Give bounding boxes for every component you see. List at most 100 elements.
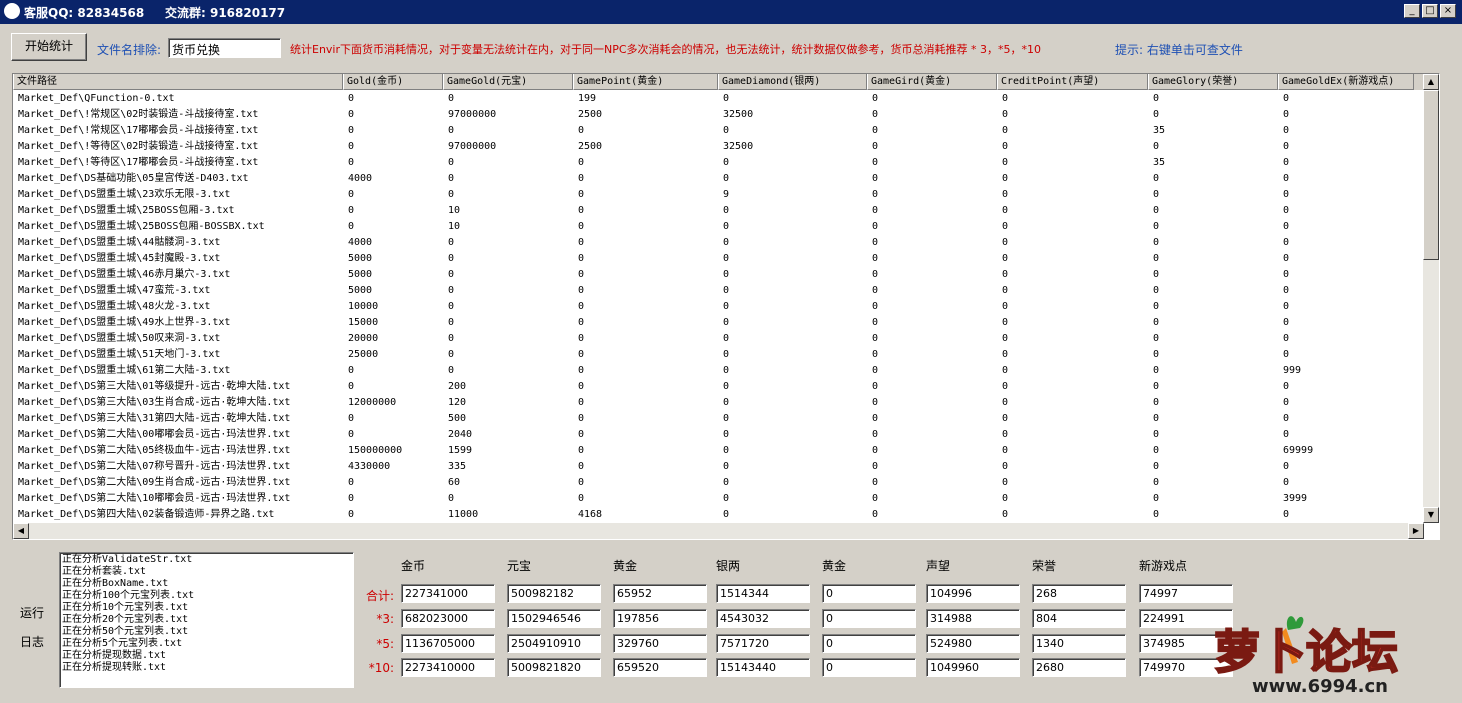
summary-value-field[interactable]: 0 bbox=[822, 584, 916, 603]
column-header[interactable]: GameGlory(荣誉) bbox=[1148, 74, 1278, 90]
table-row[interactable]: Market_Def\DS第二大陆\00嘟嘟会员-远古·玛法世界.txt 0 204… bbox=[13, 427, 1424, 443]
table-cell: 0 bbox=[578, 205, 585, 216]
scroll-up-icon[interactable]: ▲ bbox=[1423, 74, 1439, 90]
summary-value-field[interactable]: 2273410000 bbox=[401, 658, 495, 677]
table-cell: 32500 bbox=[723, 109, 754, 120]
table-row[interactable]: Market_Def\!常规区\02时装锻造-斗战接待室.txt 0 9700000… bbox=[13, 107, 1424, 123]
table-row[interactable]: Market_Def\DS盟重土城\45封魔殿-3.txt 5000 0 0 0 0 0 0 0 bbox=[13, 251, 1424, 267]
log-line: 正在分析5个元宝列表.txt bbox=[62, 638, 183, 649]
table-row[interactable]: Market_Def\!等待区\17嘟嘟会员-斗战接待室.txt 0 0 0 0 0 0 35… bbox=[13, 155, 1424, 171]
table-row[interactable]: Market_Def\DS基础功能\05皇宫传送-D403.txt 4000 0 0 0… bbox=[13, 171, 1424, 187]
summary-value-field[interactable]: 268 bbox=[1032, 584, 1126, 603]
close-button[interactable]: × bbox=[1440, 4, 1456, 18]
table-cell: 0 bbox=[872, 509, 879, 520]
table-cell: Market_Def\DS基础功能\05皇宫传送-D403.txt bbox=[18, 173, 249, 184]
summary-value-field[interactable]: 524980 bbox=[926, 634, 1020, 653]
table-row[interactable]: Market_Def\!常规区\17嘟嘟会员-斗战接待室.txt 0 0 0 0 0 0 35… bbox=[13, 123, 1424, 139]
vertical-scrollbar[interactable]: ▲ ▼ bbox=[1423, 74, 1439, 523]
table-row[interactable]: Market_Def\DS盟重土城\51天地门-3.txt 25000 0 0 0 0 0 0… bbox=[13, 347, 1424, 363]
scroll-down-icon[interactable]: ▼ bbox=[1423, 507, 1439, 523]
horizontal-scrollbar[interactable]: ◀ ▶ bbox=[13, 523, 1424, 539]
table-cell: 0 bbox=[1002, 93, 1009, 104]
column-header[interactable]: 文件路径 bbox=[13, 74, 343, 90]
summary-value-field[interactable]: 2504910910 bbox=[507, 634, 601, 653]
table-row[interactable]: Market_Def\DS盟重土城\25BOSS包厢-3.txt 0 10 0 0 0 0 0… bbox=[13, 203, 1424, 219]
table-row[interactable]: Market_Def\DS第二大陆\07称号晋升-远古·玛法世界.txt 4330… bbox=[13, 459, 1424, 475]
table-row[interactable]: Market_Def\DS盟重土城\44骷髅洞-3.txt 4000 0 0 0 0 0 0 0 bbox=[13, 235, 1424, 251]
column-header[interactable]: GameGold(元宝) bbox=[443, 74, 573, 90]
column-header[interactable]: GameGird(黄金) bbox=[867, 74, 997, 90]
vertical-scroll-thumb[interactable] bbox=[1423, 90, 1439, 260]
start-button[interactable]: 开始统计 bbox=[11, 33, 87, 61]
table-cell: 0 bbox=[1283, 253, 1290, 264]
table-row[interactable]: Market_Def\DS第三大陆\03生肖合成-远古·乾坤大陆.txt 1200… bbox=[13, 395, 1424, 411]
table-cell: Market_Def\QFunction-0.txt bbox=[18, 93, 175, 104]
log-box[interactable]: 正在分析ValidateStr.txt 正在分析套装.txt 正在分析BoxName… bbox=[59, 552, 354, 688]
table-cell: 0 bbox=[578, 349, 585, 360]
summary-value-field[interactable]: 1049960 bbox=[926, 658, 1020, 677]
summary-value-field[interactable]: 682023000 bbox=[401, 609, 495, 628]
summary-value-field[interactable]: 227341000 bbox=[401, 584, 495, 603]
table-row[interactable]: Market_Def\DS盟重土城\25BOSS包厢-BOSSBX.txt 0 10… bbox=[13, 219, 1424, 235]
summary-value-field[interactable]: 1136705000 bbox=[401, 634, 495, 653]
summary-value-field[interactable]: 0 bbox=[822, 609, 916, 628]
table-row[interactable]: Market_Def\DS盟重土城\49水上世界-3.txt 15000 0 0 0 0 0… bbox=[13, 315, 1424, 331]
column-header[interactable]: GameGoldEx(新游戏点) bbox=[1278, 74, 1414, 90]
summary-value-field[interactable]: 804 bbox=[1032, 609, 1126, 628]
exclude-input[interactable]: 货币兑换 bbox=[168, 38, 281, 58]
table-row[interactable]: Market_Def\DS第三大陆\31第四大陆-远古·乾坤大陆.txt 0 500… bbox=[13, 411, 1424, 427]
table-row[interactable]: Market_Def\DS第二大陆\05终极血牛-远古·玛法世界.txt 1500… bbox=[13, 443, 1424, 459]
table-cell: 0 bbox=[348, 109, 355, 120]
table-cell: Market_Def\DS盟重土城\61第二大陆-3.txt bbox=[18, 365, 231, 376]
summary-value-field[interactable]: 197856 bbox=[613, 609, 707, 628]
table-row[interactable]: Market_Def\DS第二大陆\09生肖合成-远古·玛法世界.txt 0 60 0… bbox=[13, 475, 1424, 491]
summary-value-field[interactable]: 104996 bbox=[926, 584, 1020, 603]
table-row[interactable]: Market_Def\DS第四大陆\02装备锻造师-异界之路.txt 0 11000… bbox=[13, 507, 1424, 523]
data-grid[interactable]: 文件路径 Gold(金币) GameGold(元宝) GamePoint(黄金) Gam… bbox=[12, 73, 1440, 540]
table-row[interactable]: Market_Def\DS盟重土城\23欢乐无限-3.txt 0 0 0 9 0 0 0 0 bbox=[13, 187, 1424, 203]
summary-value-field[interactable]: 500982182 bbox=[507, 584, 601, 603]
summary-value-field[interactable]: 1502946546 bbox=[507, 609, 601, 628]
column-header[interactable]: Gold(金币) bbox=[343, 74, 443, 90]
table-row[interactable]: Market_Def\DS第二大陆\10嘟嘟会员-远古·玛法世界.txt 0 0 0 0… bbox=[13, 491, 1424, 507]
table-cell: 0 bbox=[723, 429, 730, 440]
table-row[interactable]: Market_Def\DS盟重土城\47蛮荒-3.txt 5000 0 0 0 0 0 0 0 bbox=[13, 283, 1424, 299]
summary-value-field[interactable]: 7571720 bbox=[716, 634, 810, 653]
summary-value-field[interactable]: 0 bbox=[822, 658, 916, 677]
scroll-left-icon[interactable]: ◀ bbox=[13, 523, 29, 539]
table-cell: 0 bbox=[1002, 445, 1009, 456]
table-row[interactable]: Market_Def\DS盟重土城\61第二大陆-3.txt 0 0 0 0 0 0 0 999 bbox=[13, 363, 1424, 379]
table-cell: 0 bbox=[448, 333, 455, 344]
scroll-right-icon[interactable]: ▶ bbox=[1408, 523, 1424, 539]
summary-row-label: 合计: bbox=[365, 589, 394, 603]
table-row[interactable]: Market_Def\!等待区\02时装锻造-斗战接待室.txt 0 9700000… bbox=[13, 139, 1424, 155]
table-row[interactable]: Market_Def\DS盟重土城\50叹来洞-3.txt 20000 0 0 0 0 0 0… bbox=[13, 331, 1424, 347]
summary-value-field[interactable]: 329760 bbox=[613, 634, 707, 653]
summary-value-field[interactable]: 4543032 bbox=[716, 609, 810, 628]
summary-value-field[interactable]: 65952 bbox=[613, 584, 707, 603]
summary-value-field[interactable]: 15143440 bbox=[716, 658, 810, 677]
table-row[interactable]: Market_Def\QFunction-0.txt 0 0 199 0 0 0 0 0 bbox=[13, 91, 1424, 107]
summary-value-field[interactable]: 1340 bbox=[1032, 634, 1126, 653]
maximize-button[interactable]: □ bbox=[1422, 4, 1438, 18]
table-cell: 0 bbox=[1153, 173, 1160, 184]
summary-value-field[interactable]: 659520 bbox=[613, 658, 707, 677]
column-header[interactable]: GameDiamond(银两) bbox=[718, 74, 867, 90]
summary-value-field[interactable]: 2680 bbox=[1032, 658, 1126, 677]
table-cell: Market_Def\DS盟重土城\49水上世界-3.txt bbox=[18, 317, 231, 328]
table-row[interactable]: Market_Def\DS盟重土城\48火龙-3.txt 10000 0 0 0 0 0 0 0 bbox=[13, 299, 1424, 315]
table-row[interactable]: Market_Def\DS第三大陆\01等级提升-远古·乾坤大陆.txt 0 200… bbox=[13, 379, 1424, 395]
column-header[interactable]: CreditPoint(声望) bbox=[997, 74, 1148, 90]
table-cell: Market_Def\!等待区\17嘟嘟会员-斗战接待室.txt bbox=[18, 157, 259, 168]
table-cell: 0 bbox=[1153, 397, 1160, 408]
column-header[interactable]: GamePoint(黄金) bbox=[573, 74, 718, 90]
minimize-button[interactable]: _ bbox=[1404, 4, 1420, 18]
table-cell: 4330000 bbox=[348, 461, 391, 472]
summary-value-field[interactable]: 5009821820 bbox=[507, 658, 601, 677]
table-cell: 0 bbox=[1153, 349, 1160, 360]
summary-value-field[interactable]: 0 bbox=[822, 634, 916, 653]
table-row[interactable]: Market_Def\DS盟重土城\46赤月巢穴-3.txt 5000 0 0 0 0 0 0… bbox=[13, 267, 1424, 283]
table-cell: 0 bbox=[1153, 461, 1160, 472]
summary-value-field[interactable]: 1514344 bbox=[716, 584, 810, 603]
summary-value-field[interactable]: 314988 bbox=[926, 609, 1020, 628]
